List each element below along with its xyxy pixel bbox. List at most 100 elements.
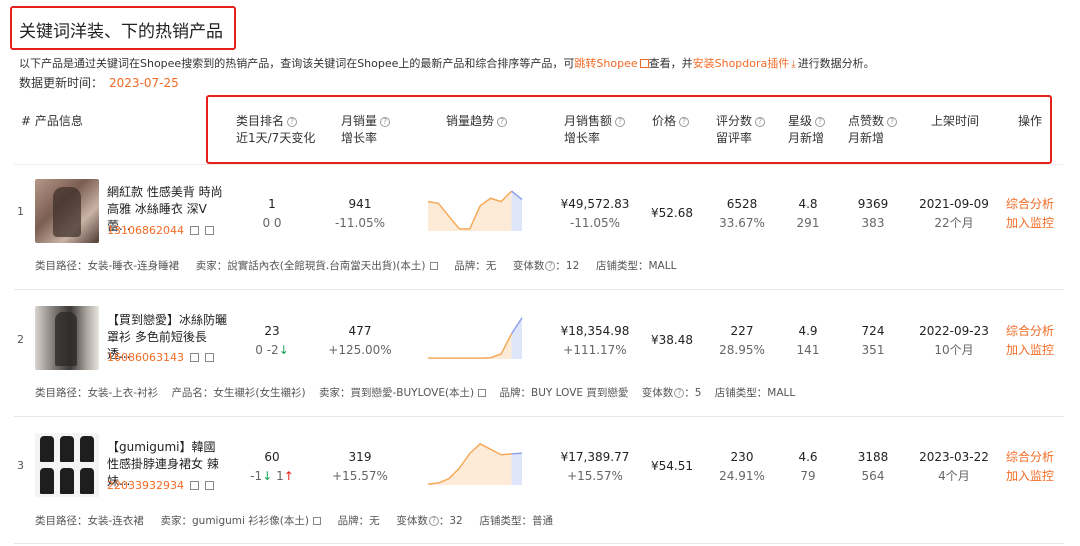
meta-path: 类目路径：女装-连衣裙: [35, 515, 144, 527]
meta-shop: 店铺类型：MALL: [714, 387, 796, 399]
revenue-cell: ¥18,354.98 +111.17%: [556, 322, 634, 360]
header-divider: [14, 164, 1064, 165]
monitor-link[interactable]: 加入监控: [1006, 467, 1054, 486]
sales-value: 319: [348, 450, 372, 464]
listed-date: 2023-03-22: [919, 450, 989, 464]
review-rate: 33.67%: [719, 216, 765, 230]
meta-variants: 变体数: [512, 260, 545, 272]
meta-brand: 品牌：BUY LOVE 買到戀愛: [499, 387, 629, 399]
listed-date: 2021-09-09: [919, 197, 989, 211]
rank-change: 0 -2↓: [248, 341, 296, 360]
rank-value: 60: [264, 450, 280, 464]
meta-brand: 品牌：无: [454, 260, 497, 272]
row-meta: 类目路径：女装-连衣裙 卖家：gumigumi 衫衫像(本土) 品牌：无 变体数…: [35, 513, 553, 528]
analyze-link[interactable]: 综合分析: [1006, 448, 1054, 467]
sales-value: 477: [348, 324, 372, 338]
product-id: 16086063143: [107, 351, 214, 364]
revenue-growth: +15.57%: [567, 469, 623, 483]
external-link-icon[interactable]: [312, 517, 321, 525]
meta-seller[interactable]: 卖家：gumigumi 衫衫像(本土): [161, 515, 309, 527]
analyze-link[interactable]: 综合分析: [1006, 195, 1054, 214]
trend-line: [428, 333, 513, 359]
rating-cell: 4.6 79: [788, 448, 828, 486]
sales-growth: +125.00%: [328, 343, 392, 357]
row-index: 3: [17, 459, 24, 472]
rating-value: 4.6: [798, 450, 818, 464]
listed-age: 22个月: [934, 216, 974, 230]
product-id: 13106862044: [107, 224, 214, 237]
page-title: 关键词洋装、下的热销产品: [19, 22, 223, 42]
sales-growth: +15.57%: [332, 469, 388, 483]
meta-variants-value: ：32: [438, 515, 463, 527]
reviews-cell: 230 24.91%: [716, 448, 768, 486]
meta-path: 类目路径：女装-睡衣-连身睡裙: [35, 260, 180, 272]
download-icon[interactable]: ⤓: [791, 59, 795, 70]
external-link-icon[interactable]: [429, 262, 438, 270]
action-cell: 综合分析 加入监控: [1006, 195, 1054, 233]
help-icon[interactable]: ?: [545, 261, 556, 271]
rank-change: -1↓ 1↑: [244, 467, 300, 486]
intro-mid: 查看，并: [648, 57, 693, 70]
sales-cell: 319 +15.57%: [330, 448, 390, 486]
external-link-icon[interactable]: [189, 353, 199, 362]
update-date: 2023-07-25: [109, 76, 179, 90]
product-id: 22033932934: [107, 479, 214, 492]
intro-text: 以下产品是通过关键词在Shopee搜索到的热销产品，查询该关键词在Shopee上…: [19, 55, 875, 71]
sales-cell: 941 -11.05%: [330, 195, 390, 233]
product-id-text[interactable]: 16086063143: [107, 351, 184, 364]
intro-pre: 以下产品是通过关键词在Shopee搜索到的热销产品，查询该关键词在Shopee上…: [19, 57, 575, 70]
rating-value: 4.8: [798, 197, 818, 211]
likes-new: 383: [861, 216, 885, 230]
listed-cell: 2022-09-23 10个月: [916, 322, 992, 360]
sales-growth: -11.05%: [334, 216, 386, 230]
rank-cell: 60 -1↓ 1↑: [244, 448, 300, 486]
analyze-link[interactable]: 综合分析: [1006, 322, 1054, 341]
trend-line-recent: [511, 452, 523, 455]
external-link-icon[interactable]: [189, 481, 199, 490]
row-index: 2: [17, 333, 24, 346]
rating-new: 291: [796, 216, 820, 230]
reviews-value: 6528: [726, 197, 758, 211]
help-icon[interactable]: ?: [674, 388, 685, 398]
monitor-link[interactable]: 加入监控: [1006, 214, 1054, 233]
rating-new: 141: [796, 343, 820, 357]
row-divider: [14, 416, 1064, 417]
monitor-link[interactable]: 加入监控: [1006, 341, 1054, 360]
external-link-icon[interactable]: [639, 59, 649, 68]
trend-area-recent: [511, 191, 522, 231]
product-thumbnail[interactable]: [35, 433, 99, 497]
rank-change: 0 0: [252, 214, 292, 233]
help-icon[interactable]: ?: [428, 516, 439, 526]
product-thumbnail[interactable]: [35, 179, 99, 243]
product-id-text[interactable]: 13106862044: [107, 224, 184, 237]
intro-post: 进行数据分析。: [797, 57, 875, 70]
arrow-up-icon: ↑: [283, 469, 294, 483]
install-plugin-link[interactable]: 安装Shopdora插件: [693, 57, 790, 70]
revenue-cell: ¥17,389.77 +15.57%: [556, 448, 634, 486]
external-link-icon[interactable]: [478, 389, 487, 397]
meta-variants-value: ：5: [684, 387, 702, 399]
meta-seller[interactable]: 卖家：買到戀愛-BUYLOVE(本土): [319, 387, 474, 399]
copy-icon[interactable]: [204, 481, 214, 490]
sales-trend-chart: [427, 442, 523, 485]
copy-icon[interactable]: [204, 226, 214, 235]
likes-value: 9369: [857, 197, 889, 211]
reviews-cell: 6528 33.67%: [716, 195, 768, 233]
meta-seller[interactable]: 卖家：說實話內衣(全館現貨.台南當天出貨)(本土): [196, 260, 426, 272]
external-link-icon[interactable]: [189, 226, 199, 235]
action-cell: 综合分析 加入监控: [1006, 322, 1054, 360]
product-thumbnail[interactable]: [35, 306, 99, 370]
rating-cell: 4.8 291: [788, 195, 828, 233]
reviews-cell: 227 28.95%: [716, 322, 768, 360]
jump-shopee-link[interactable]: 跳转Shopee: [574, 57, 637, 70]
price-value: ¥38.48: [651, 333, 693, 347]
likes-new: 564: [861, 469, 885, 483]
rating-cell: 4.9 141: [788, 322, 828, 360]
rank-cell: 1 0 0: [252, 195, 292, 233]
meta-shop: 店铺类型：普通: [479, 515, 553, 527]
revenue-growth: -11.05%: [569, 216, 621, 230]
likes-new: 351: [861, 343, 885, 357]
copy-icon[interactable]: [204, 353, 214, 362]
sales-trend-chart: [428, 317, 523, 359]
product-id-text[interactable]: 22033932934: [107, 479, 184, 492]
